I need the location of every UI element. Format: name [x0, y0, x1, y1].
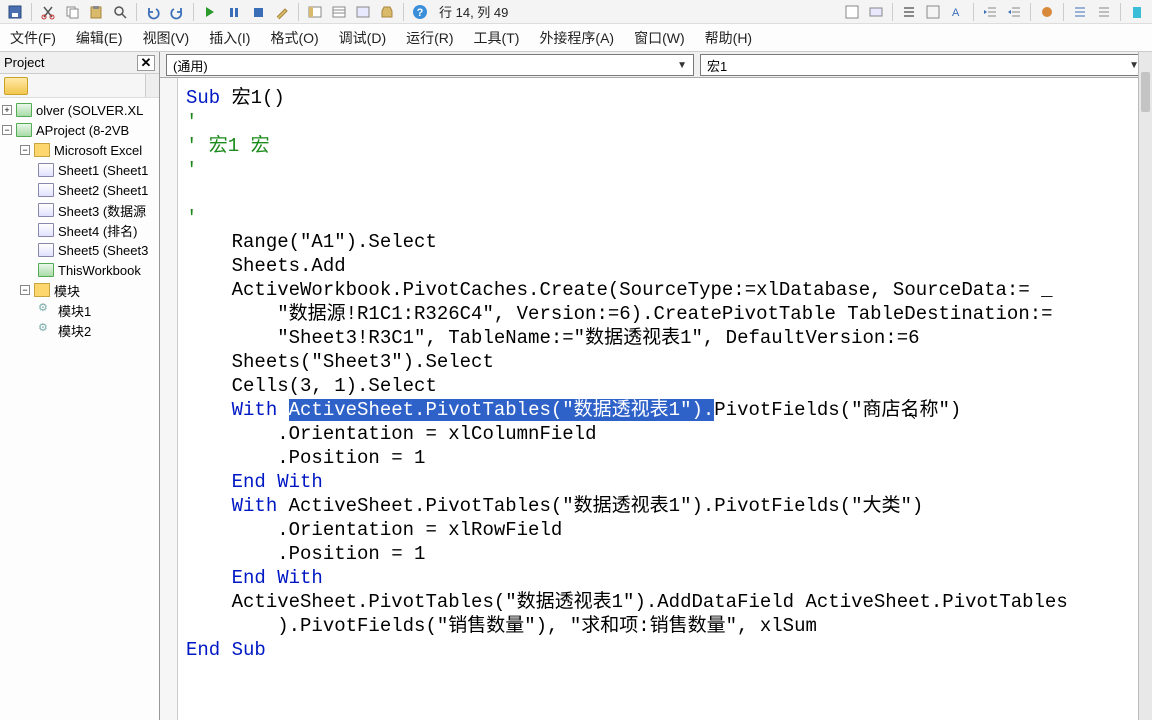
- chevron-down-icon: ▼: [677, 60, 687, 71]
- find-icon[interactable]: [109, 2, 131, 22]
- help-icon[interactable]: ?: [409, 2, 431, 22]
- toolbox-icon[interactable]: [376, 2, 398, 22]
- tree-node-module2[interactable]: 模块2: [0, 320, 159, 340]
- tree-node-sheet4[interactable]: Sheet4 (排名): [0, 220, 159, 240]
- tree-node-excel-objects[interactable]: −Microsoft Excel: [0, 140, 159, 160]
- close-icon[interactable]: ✕: [137, 55, 155, 71]
- code-editor[interactable]: Sub 宏1() ' ' 宏1 宏 ' ' Range("A1").Select…: [178, 78, 1152, 720]
- tree-node-solver[interactable]: +olver (SOLVER.XL: [0, 100, 159, 120]
- copy-icon[interactable]: [61, 2, 83, 22]
- toolbar-icon-c[interactable]: [898, 2, 920, 22]
- menu-addins[interactable]: 外接程序(A): [529, 24, 624, 51]
- procedure-dropdown-value: 宏1: [707, 56, 727, 75]
- main-toolbar: ? 行 14, 列 49 A: [0, 0, 1152, 24]
- tree-node-vbaproject[interactable]: −AProject (8-2VB: [0, 120, 159, 140]
- tree-node-sheet5[interactable]: Sheet5 (Sheet3: [0, 240, 159, 260]
- menu-file[interactable]: 文件(F): [0, 24, 66, 51]
- menu-window[interactable]: 窗口(W): [624, 24, 695, 51]
- object-dropdown[interactable]: (通用) ▼: [166, 54, 694, 76]
- menu-view[interactable]: 视图(V): [133, 24, 200, 51]
- cursor-position: 行 14, 列 49: [439, 2, 508, 21]
- menu-bar: 文件(F) 编辑(E) 视图(V) 插入(I) 格式(O) 调试(D) 运行(R…: [0, 24, 1152, 52]
- tree-node-thisworkbook[interactable]: ThisWorkbook: [0, 260, 159, 280]
- undo-icon[interactable]: [142, 2, 164, 22]
- pause-icon[interactable]: [223, 2, 245, 22]
- project-toolbar: [0, 74, 159, 98]
- paste-icon[interactable]: [85, 2, 107, 22]
- object-dropdown-value: (通用): [173, 56, 208, 75]
- code-pane: (通用) ▼ 宏1 ▼ Sub 宏1() ' ' 宏1 宏 ' ' Range(…: [160, 52, 1152, 720]
- project-explorer: Project ✕ +olver (SOLVER.XL −AProject (8…: [0, 52, 160, 720]
- toolbar-icon-b[interactable]: [865, 2, 887, 22]
- project-title: Project: [4, 55, 44, 70]
- svg-text:?: ?: [417, 7, 424, 19]
- project-explorer-icon[interactable]: [304, 2, 326, 22]
- object-browser-icon[interactable]: [352, 2, 374, 22]
- toolbar-icon-d[interactable]: [922, 2, 944, 22]
- menu-debug[interactable]: 调试(D): [329, 24, 396, 51]
- procedure-dropdown[interactable]: 宏1 ▼: [700, 54, 1146, 76]
- uncomment-block-icon[interactable]: [1093, 2, 1115, 22]
- cut-icon[interactable]: [37, 2, 59, 22]
- selected-text: ActiveSheet.PivotTables("数据透视表1").: [289, 399, 715, 421]
- toolbar-icon-e[interactable]: A: [946, 2, 968, 22]
- tree-node-sheet2[interactable]: Sheet2 (Sheet1: [0, 180, 159, 200]
- bookmark-icon[interactable]: [1126, 2, 1148, 22]
- design-mode-icon[interactable]: [271, 2, 293, 22]
- code-margin[interactable]: [160, 78, 178, 720]
- vertical-scrollbar[interactable]: [1138, 52, 1152, 720]
- menu-tools[interactable]: 工具(T): [464, 24, 530, 51]
- menu-help[interactable]: 帮助(H): [695, 24, 762, 51]
- comment-block-icon[interactable]: [1069, 2, 1091, 22]
- tree-node-modules[interactable]: −模块: [0, 280, 159, 300]
- menu-run[interactable]: 运行(R): [396, 24, 463, 51]
- menu-insert[interactable]: 插入(I): [199, 24, 260, 51]
- properties-icon[interactable]: [328, 2, 350, 22]
- indent-icon[interactable]: [979, 2, 1001, 22]
- save-icon[interactable]: [4, 2, 26, 22]
- tree-node-module1[interactable]: 模块1: [0, 300, 159, 320]
- menu-format[interactable]: 格式(O): [260, 24, 328, 51]
- run-icon[interactable]: [199, 2, 221, 22]
- menu-edit[interactable]: 编辑(E): [66, 24, 133, 51]
- svg-text:A: A: [952, 7, 960, 19]
- toolbar-icon-a[interactable]: [841, 2, 863, 22]
- breakpoint-icon[interactable]: [1036, 2, 1058, 22]
- mini-scrollbar[interactable]: [145, 74, 159, 97]
- tree-node-sheet1[interactable]: Sheet1 (Sheet1: [0, 160, 159, 180]
- outdent-icon[interactable]: [1003, 2, 1025, 22]
- stop-icon[interactable]: [247, 2, 269, 22]
- redo-icon[interactable]: [166, 2, 188, 22]
- tree-node-sheet3[interactable]: Sheet3 (数据源: [0, 200, 159, 220]
- project-tree[interactable]: +olver (SOLVER.XL −AProject (8-2VB −Micr…: [0, 98, 159, 720]
- folder-icon[interactable]: [4, 77, 28, 95]
